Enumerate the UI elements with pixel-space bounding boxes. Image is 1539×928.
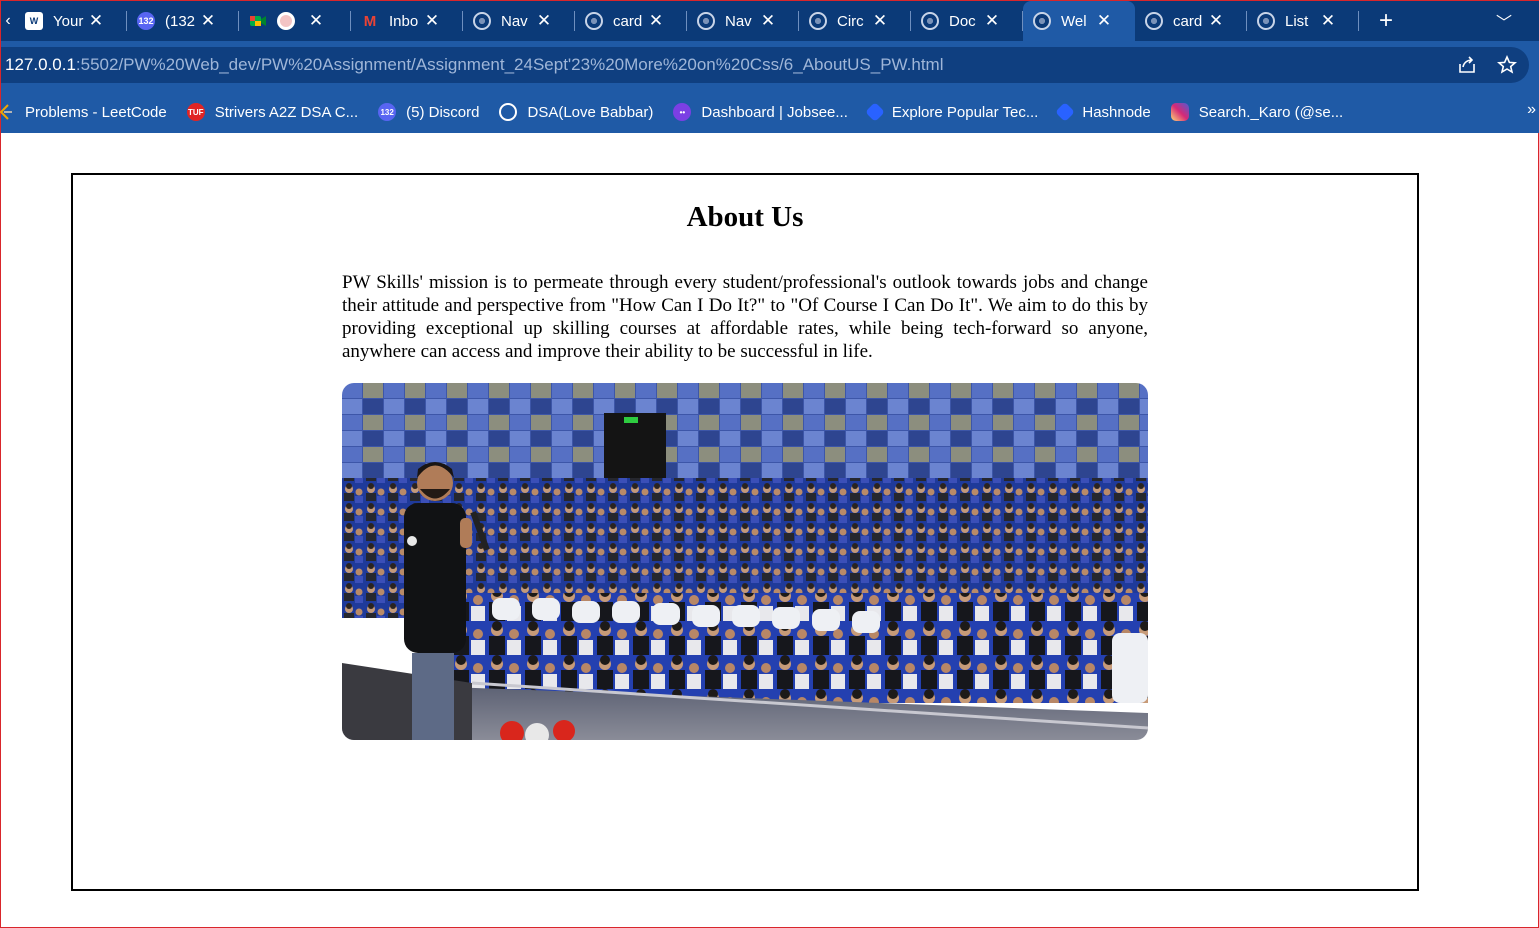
tab-strip: ‹ W Your ✕ 132 (132 ✕ ✕ M Inbo ✕ Nav ✕ c… bbox=[1, 1, 1539, 41]
tab-title: Nav bbox=[725, 12, 752, 30]
close-icon[interactable]: ✕ bbox=[85, 11, 107, 31]
new-tab-button[interactable]: + bbox=[1367, 7, 1405, 35]
bookmark-label: Search._Karo (@se... bbox=[1198, 103, 1344, 121]
globe-icon bbox=[1033, 12, 1051, 30]
discord-icon: 132 bbox=[378, 103, 397, 121]
close-icon[interactable]: ✕ bbox=[305, 11, 327, 31]
tab-10-active[interactable]: Wel ✕ bbox=[1023, 1, 1135, 41]
tab-title: Your bbox=[53, 12, 84, 30]
tab-title: (132 bbox=[165, 12, 196, 30]
bookmark-label: Explore Popular Tec... bbox=[891, 103, 1039, 121]
tab-12[interactable]: List ✕ bbox=[1247, 1, 1359, 41]
tab-4[interactable]: M Inbo ✕ bbox=[351, 1, 463, 41]
discord-icon: 132 bbox=[137, 12, 155, 30]
globe-icon bbox=[473, 12, 491, 30]
close-icon[interactable]: ✕ bbox=[421, 11, 443, 31]
tab-scroll-left-icon[interactable]: ‹ bbox=[1, 12, 15, 30]
auditorium-photo-drawing bbox=[342, 383, 1148, 740]
close-icon[interactable]: ✕ bbox=[981, 11, 1003, 31]
address-bar[interactable]: 127.0.0.1:5502/PW%20Web_dev/PW%20Assignm… bbox=[1, 47, 1529, 83]
jobseeker-icon: •• bbox=[673, 103, 692, 121]
more-bookmarks-icon[interactable]: » bbox=[1527, 101, 1536, 119]
tab-title: Nav bbox=[501, 12, 528, 30]
globe-icon bbox=[1257, 12, 1275, 30]
close-icon[interactable]: ✕ bbox=[757, 11, 779, 31]
tab-title: card bbox=[1173, 12, 1203, 30]
globe-icon bbox=[697, 12, 715, 30]
globe-icon bbox=[499, 103, 518, 121]
tab-1[interactable]: 132 (132 ✕ bbox=[127, 1, 239, 41]
tab-title: Circ bbox=[837, 12, 864, 30]
bookmark-label: DSA(Love Babbar) bbox=[527, 103, 654, 121]
globe-icon bbox=[1145, 12, 1163, 30]
close-icon[interactable]: ✕ bbox=[1093, 11, 1115, 31]
tab-title: List bbox=[1285, 12, 1309, 30]
chevron-down-icon[interactable]: ﹀ bbox=[1496, 9, 1512, 33]
bookmark-love-babbar[interactable]: DSA(Love Babbar) bbox=[499, 103, 653, 121]
url-host: 127.0.0.1 bbox=[5, 55, 76, 74]
mission-paragraph: PW Skills' mission is to permeate throug… bbox=[342, 272, 1148, 362]
tab-title: card bbox=[613, 12, 643, 30]
gmail-icon: M bbox=[363, 12, 377, 30]
bookmark-label: Hashnode bbox=[1082, 103, 1151, 121]
page-title: About Us bbox=[686, 201, 804, 233]
address-toolbar: 127.0.0.1:5502/PW%20Web_dev/PW%20Assignm… bbox=[1, 41, 1539, 91]
close-icon[interactable]: ✕ bbox=[645, 11, 667, 31]
close-icon[interactable]: ✕ bbox=[533, 11, 555, 31]
auditorium-photo bbox=[342, 383, 1148, 740]
bookmark-label: (5) Discord bbox=[406, 103, 480, 121]
close-icon[interactable]: ✕ bbox=[1317, 11, 1339, 31]
tuf-icon: TUF bbox=[186, 103, 205, 121]
bookmark-discord[interactable]: 132 (5) Discord bbox=[378, 103, 479, 121]
bookmark-star-icon[interactable] bbox=[1497, 55, 1517, 81]
close-icon[interactable]: ✕ bbox=[1205, 11, 1227, 31]
instagram-icon bbox=[1170, 103, 1189, 121]
tab-2[interactable]: ✕ bbox=[239, 1, 351, 41]
url-path: :5502/PW%20Web_dev/PW%20Assignment/Assig… bbox=[75, 55, 944, 74]
about-us-container: About Us PW Skills' mission is to permea… bbox=[71, 173, 1419, 891]
url-text[interactable]: 127.0.0.1:5502/PW%20Web_dev/PW%20Assignm… bbox=[5, 55, 943, 75]
bookmark-leetcode[interactable]: Problems - LeetCode bbox=[0, 103, 167, 121]
google-meet-icon bbox=[249, 12, 267, 30]
bookmarks-bar: Problems - LeetCode TUF Strivers A2Z DSA… bbox=[0, 91, 1539, 133]
bookmark-label: Strivers A2Z DSA C... bbox=[214, 103, 359, 121]
tab-8[interactable]: Circ ✕ bbox=[799, 1, 911, 41]
bookmark-jobseeker[interactable]: •• Dashboard | Jobsee... bbox=[673, 103, 848, 121]
close-icon[interactable]: ✕ bbox=[869, 11, 891, 31]
tab-5[interactable]: Nav ✕ bbox=[463, 1, 575, 41]
hashnode-icon bbox=[1055, 102, 1076, 122]
tab-6[interactable]: card ✕ bbox=[575, 1, 687, 41]
leetcode-icon bbox=[0, 103, 15, 121]
hashnode-icon bbox=[864, 102, 885, 122]
bookmark-hashnode[interactable]: Hashnode bbox=[1055, 102, 1151, 122]
globe-icon bbox=[921, 12, 939, 30]
recording-icon bbox=[277, 12, 295, 30]
share-icon[interactable] bbox=[1457, 55, 1477, 81]
bookmark-strivers[interactable]: TUF Strivers A2Z DSA C... bbox=[186, 103, 359, 121]
bookmark-explore-tech[interactable]: Explore Popular Tec... bbox=[864, 102, 1039, 122]
tab-title: Inbo bbox=[389, 12, 419, 30]
bookmark-label: Problems - LeetCode bbox=[25, 103, 167, 121]
close-icon[interactable]: ✕ bbox=[197, 11, 219, 31]
tab-title: Wel bbox=[1061, 12, 1087, 30]
tab-11[interactable]: card ✕ bbox=[1135, 1, 1247, 41]
tab-title: Doc bbox=[949, 12, 976, 30]
globe-icon bbox=[809, 12, 827, 30]
tab-0[interactable]: W Your ✕ bbox=[15, 1, 127, 41]
tab-9[interactable]: Doc ✕ bbox=[911, 1, 1023, 41]
bookmark-label: Dashboard | Jobsee... bbox=[701, 103, 848, 121]
tab-7[interactable]: Nav ✕ bbox=[687, 1, 799, 41]
bookmark-instagram[interactable]: Search._Karo (@se... bbox=[1170, 103, 1344, 121]
wordpress-icon: W bbox=[25, 12, 43, 30]
globe-icon bbox=[585, 12, 603, 30]
